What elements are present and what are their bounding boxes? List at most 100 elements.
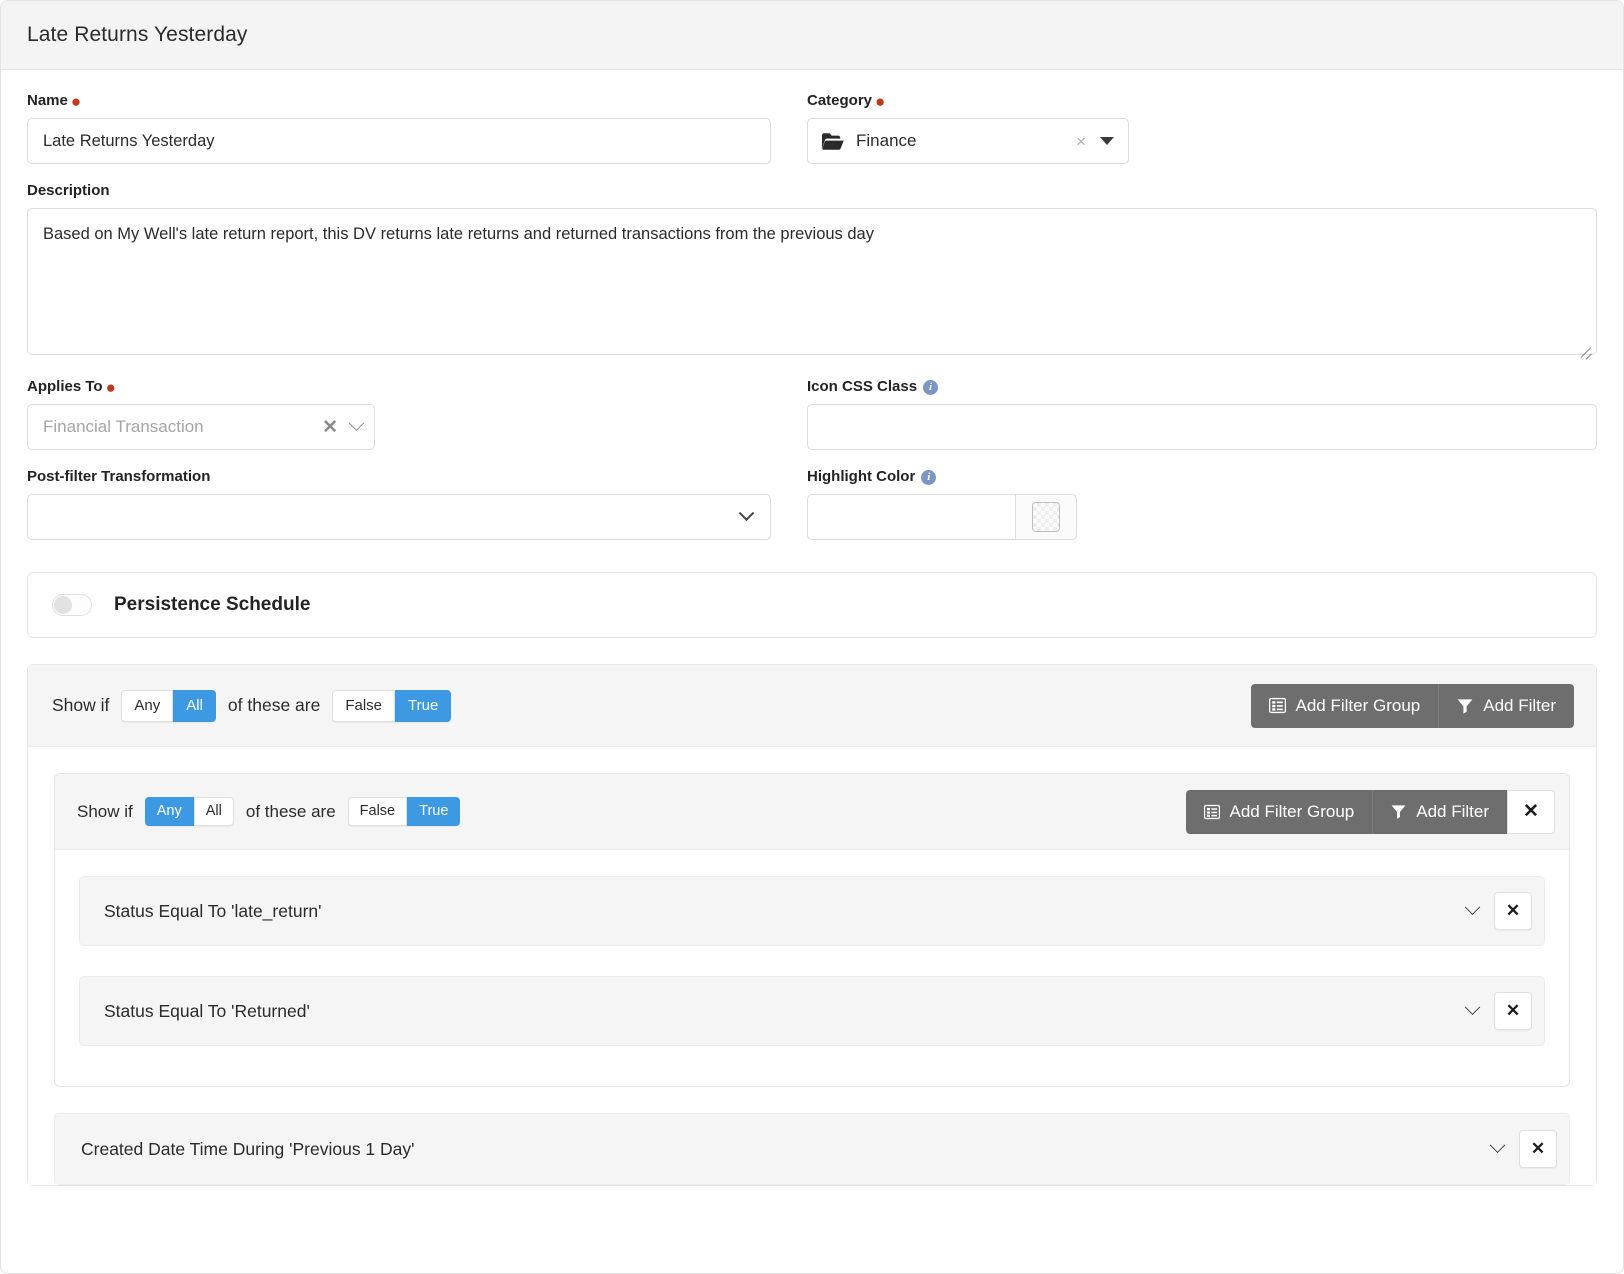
outer-group-conditions: Show if Any All of these are False True <box>52 689 452 722</box>
name-field-group: Name ● Late Returns Yesterday <box>27 92 771 164</box>
filter-row[interactable]: Status Equal To 'Returned' ✕ <box>79 976 1545 1046</box>
name-category-row: Name● Late Returns Yesterday Category● <box>27 92 1597 182</box>
category-label-text: Category <box>807 92 873 109</box>
icon-css-class-label-text: Icon CSS Class <box>807 378 918 395</box>
funnel-icon <box>1391 804 1406 819</box>
chevron-down-icon[interactable] <box>1464 898 1481 915</box>
required-marker: ● <box>875 92 886 111</box>
applies-to-label-text: Applies To <box>27 378 103 395</box>
inner-match-all[interactable]: All <box>193 796 234 827</box>
outer-truth-false[interactable]: False <box>332 689 396 722</box>
toggle-knob <box>54 596 72 614</box>
highlight-color-picker-button[interactable] <box>1015 494 1077 540</box>
inner-add-filter-group-button[interactable]: Add Filter Group <box>1185 789 1373 834</box>
category-label: Category ● <box>807 92 1597 110</box>
outer-add-filter-button[interactable]: Add Filter <box>1438 683 1574 728</box>
outer-match-toggle: Any All <box>121 689 216 722</box>
inner-truth-toggle: False True <box>347 796 461 827</box>
inner-group-conditions: Show if Any All of these are False True <box>77 796 461 827</box>
applies-icon-row: Applies To ● Financial Transaction ✕ Icon… <box>27 378 1597 468</box>
filter-row-remove-button[interactable]: ✕ <box>1519 1130 1557 1168</box>
filter-row-text: Status Equal To 'late_return' <box>104 900 322 921</box>
list-icon <box>1203 804 1220 820</box>
color-swatch-icon <box>1032 502 1060 532</box>
inner-of-these-are-label: of these are <box>245 801 336 821</box>
applies-to-label: Applies To ● <box>27 378 771 396</box>
description-textarea[interactable] <box>27 208 1597 355</box>
funnel-icon <box>1457 698 1473 714</box>
info-icon[interactable]: i <box>923 380 939 395</box>
highlight-color-control <box>807 494 1077 540</box>
applies-to-select[interactable]: Financial Transaction ✕ <box>27 404 375 450</box>
category-field-group: Category ● Finance × <box>807 92 1597 164</box>
outer-group-rows: Created Date Time During 'Previous 1 Day… <box>28 1087 1596 1185</box>
form-body: Name● Late Returns Yesterday Category● <box>1 70 1623 1186</box>
inner-match-toggle: Any All <box>144 796 234 827</box>
inner-add-filter-label: Add Filter <box>1416 801 1489 821</box>
post-filter-transformation-select[interactable] <box>27 494 771 540</box>
inner-group-actions: Add Filter Group Add Filter ✕ <box>1185 789 1555 834</box>
icon-css-class-label: Icon CSS Class i <box>807 378 1597 396</box>
description-wrapper <box>27 208 1597 360</box>
filter-row-text: Status Equal To 'Returned' <box>104 1000 310 1021</box>
filter-row-remove-button[interactable]: ✕ <box>1494 892 1532 930</box>
inner-truth-false[interactable]: False <box>347 796 408 827</box>
page-title: Late Returns Yesterday <box>27 23 248 46</box>
name-label: Name ● <box>27 92 771 110</box>
chevron-down-icon[interactable] <box>1489 1136 1506 1153</box>
filter-row[interactable]: Created Date Time During 'Previous 1 Day… <box>54 1113 1570 1185</box>
outer-of-these-are-label: of these are <box>227 695 321 715</box>
applies-to-field-group: Applies To ● Financial Transaction ✕ <box>27 378 771 450</box>
data-view-editor-panel: Late Returns Yesterday Name ● Late Return… <box>0 0 1624 1274</box>
outer-group-actions: Add Filter Group Add Filter <box>1250 683 1574 728</box>
outer-show-if-label: Show if <box>52 695 110 715</box>
required-marker: ● <box>70 92 82 111</box>
outer-add-filter-label: Add Filter <box>1483 695 1556 715</box>
list-icon <box>1268 697 1286 714</box>
inner-show-if-label: Show if <box>77 801 133 821</box>
highlight-color-label-text: Highlight Color <box>807 468 916 485</box>
outer-match-any[interactable]: Any <box>121 689 174 722</box>
post-filter-transformation-group: Post-filter Transformation <box>27 468 771 540</box>
chevron-down-icon[interactable] <box>1464 998 1481 1015</box>
caret-down-icon[interactable] <box>1100 137 1114 145</box>
inner-group-remove-button[interactable]: ✕ <box>1507 789 1555 834</box>
folder-icon <box>822 132 844 150</box>
inner-add-filter-button[interactable]: Add Filter <box>1372 789 1507 834</box>
outer-match-all[interactable]: All <box>173 689 216 722</box>
persistence-schedule-label: Persistence Schedule <box>114 594 311 615</box>
filter-row-remove-button[interactable]: ✕ <box>1494 992 1532 1030</box>
highlight-color-group: Highlight Color i <box>807 468 1597 540</box>
inner-add-filter-group-label: Add Filter Group <box>1229 801 1355 821</box>
inner-truth-true[interactable]: True <box>407 796 461 827</box>
applies-to-value: Financial Transaction <box>43 417 204 436</box>
highlight-color-label: Highlight Color i <box>807 468 1597 486</box>
outer-truth-toggle: False True <box>332 689 452 722</box>
chevron-down-icon[interactable] <box>348 414 365 431</box>
persistence-schedule-toggle[interactable] <box>52 594 92 616</box>
clear-icon[interactable]: × <box>1076 133 1086 150</box>
panel-header: Late Returns Yesterday <box>1 1 1623 70</box>
icon-css-class-field-group: Icon CSS Class i <box>807 378 1597 450</box>
info-icon[interactable]: i <box>921 470 937 485</box>
outer-truth-true[interactable]: True <box>395 689 452 722</box>
highlight-color-input[interactable] <box>807 494 1015 540</box>
filter-row-text: Created Date Time During 'Previous 1 Day… <box>81 1138 415 1159</box>
name-input[interactable]: Late Returns Yesterday <box>27 118 771 164</box>
post-filter-transformation-label: Post-filter Transformation <box>27 468 211 485</box>
description-label: Description <box>27 182 110 199</box>
inner-match-any[interactable]: Any <box>144 796 194 827</box>
filter-row[interactable]: Status Equal To 'late_return' ✕ <box>79 876 1545 946</box>
filter-builder: Show if Any All of these are False True <box>27 664 1597 1186</box>
persistence-schedule-card: Persistence Schedule <box>27 572 1597 638</box>
required-marker: ● <box>105 378 116 397</box>
icon-css-class-input[interactable] <box>807 404 1597 450</box>
category-select[interactable]: Finance × <box>807 118 1129 164</box>
clear-icon[interactable]: ✕ <box>322 418 338 437</box>
transform-highlight-row: Post-filter Transformation Highlight Col… <box>27 468 1597 558</box>
description-field-group: Description <box>27 182 1597 360</box>
outer-add-filter-group-button[interactable]: Add Filter Group <box>1250 683 1439 728</box>
chevron-down-icon <box>738 504 755 521</box>
category-value: Finance <box>856 131 917 150</box>
inner-filter-group: Show if Any All of these are False True <box>54 773 1570 1087</box>
